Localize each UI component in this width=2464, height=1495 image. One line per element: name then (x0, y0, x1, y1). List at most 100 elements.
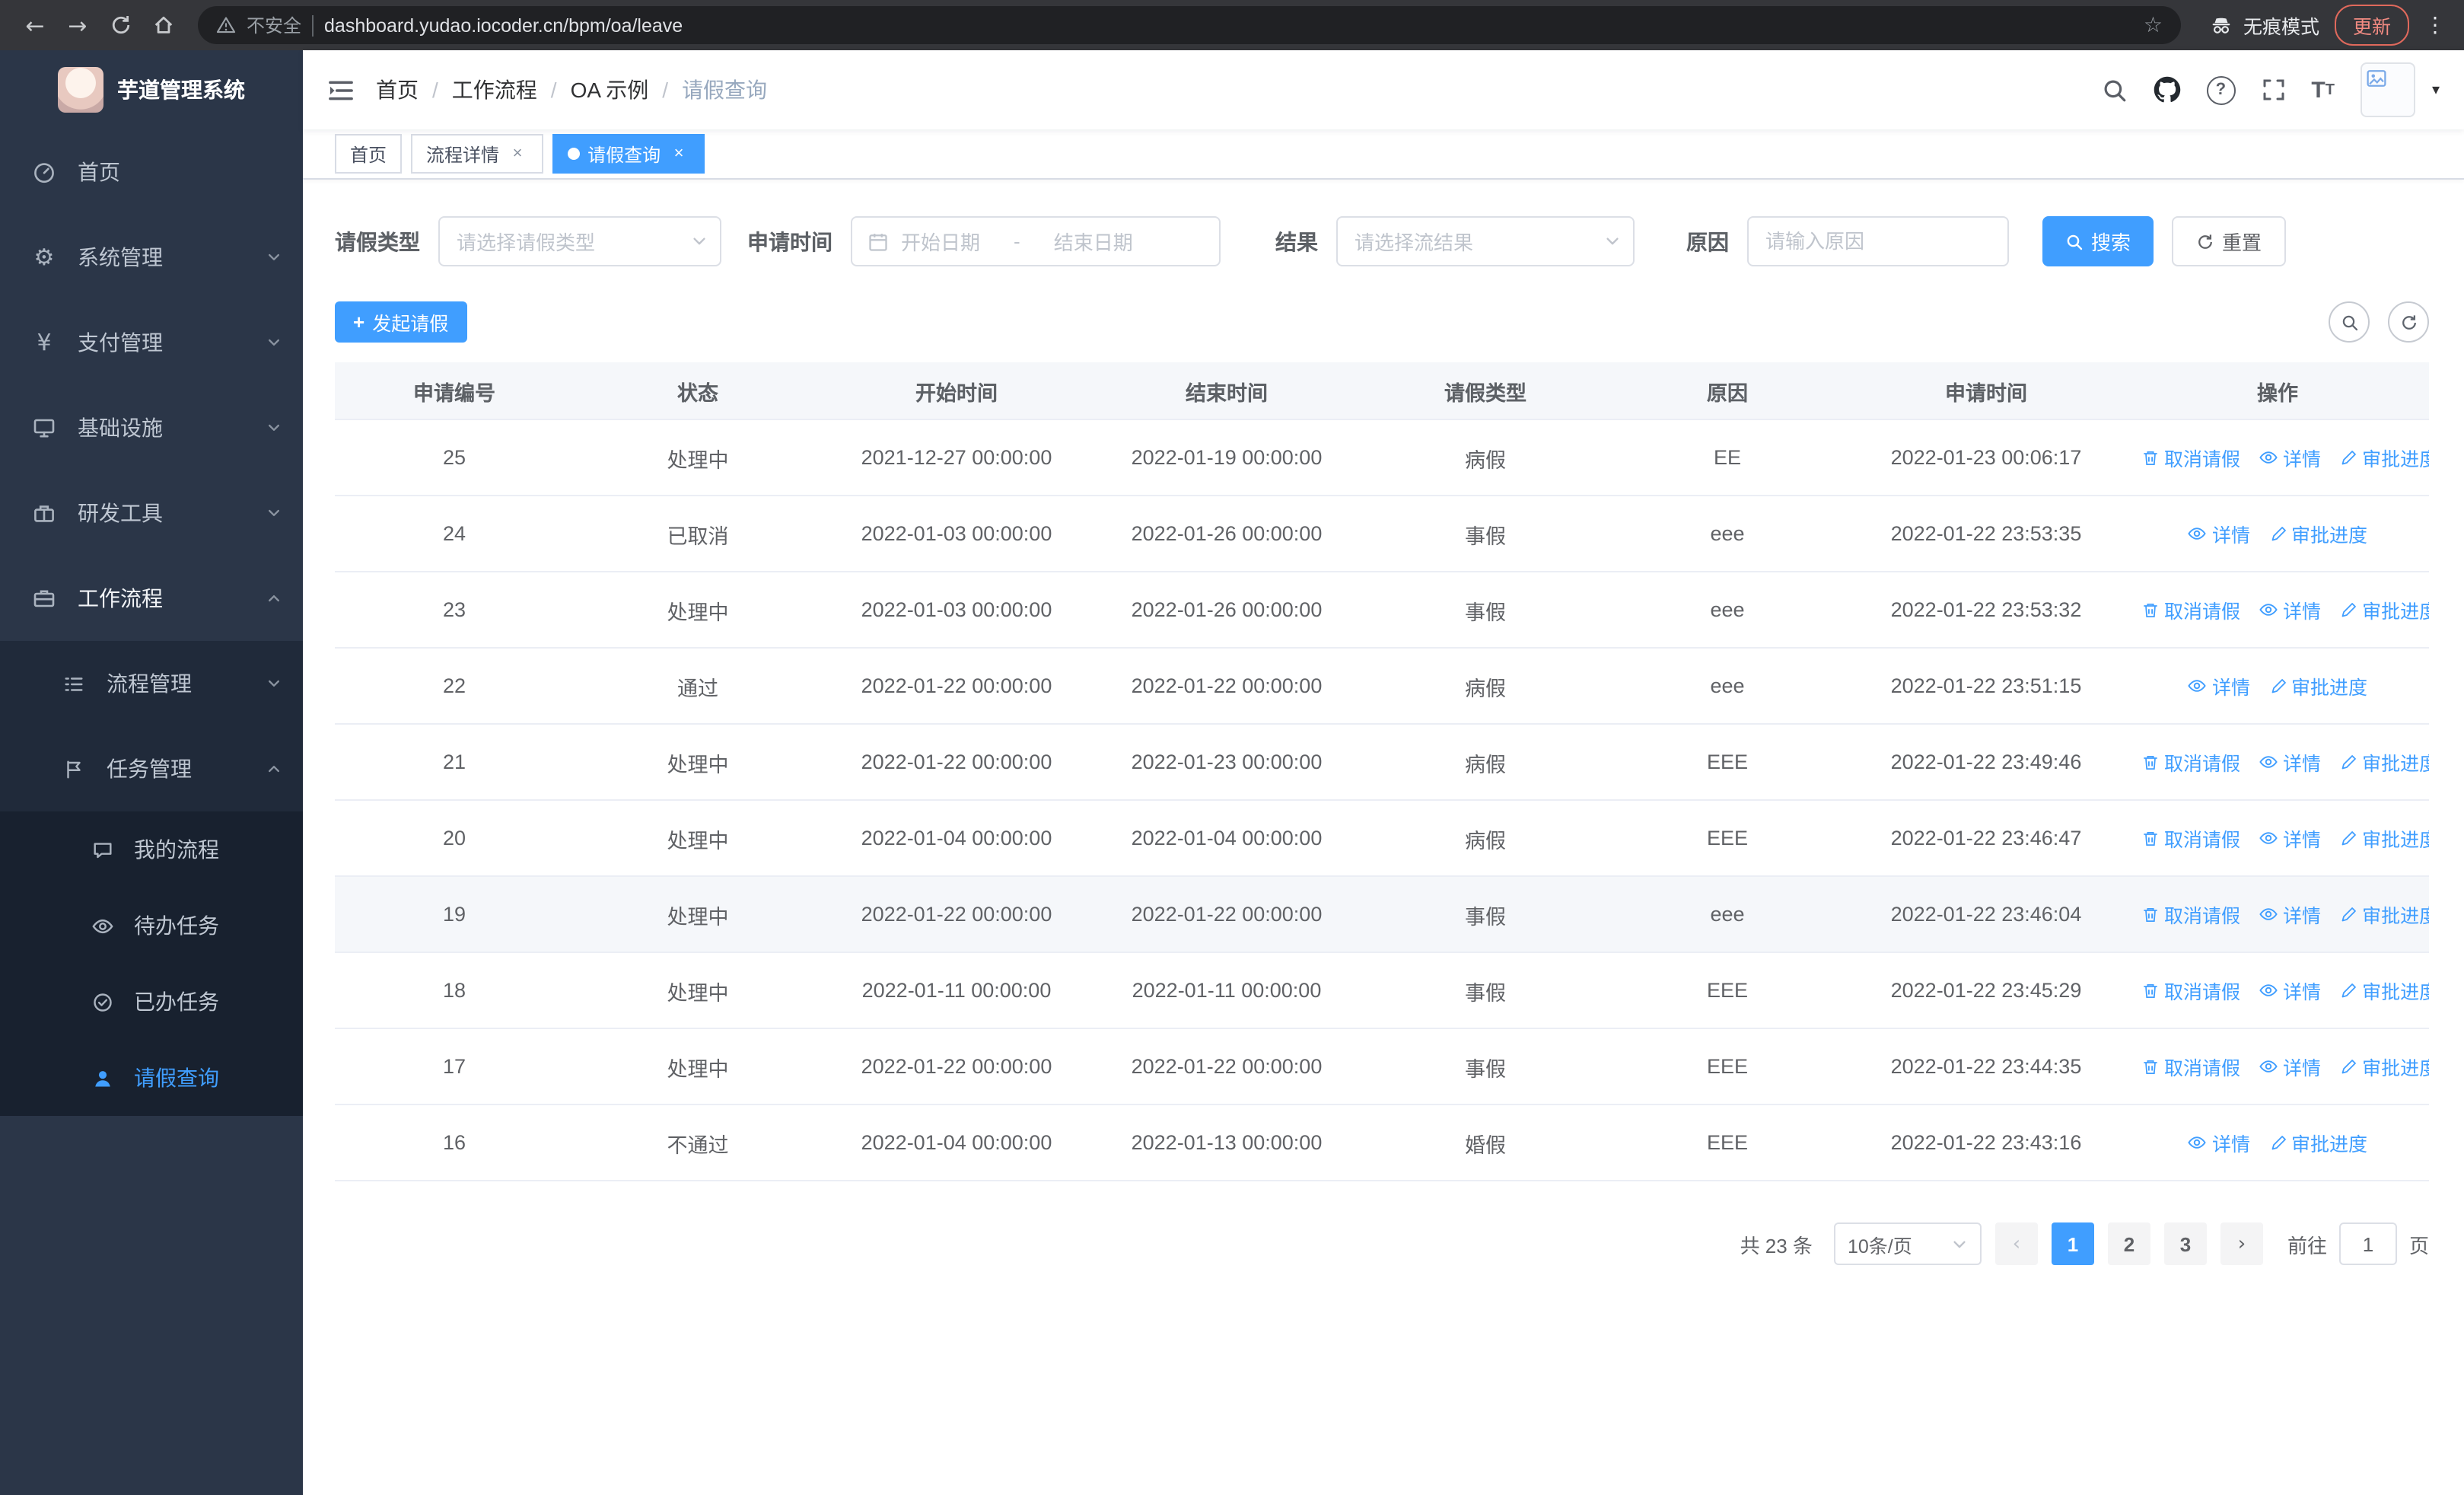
detail-link[interactable]: 详情 (2188, 519, 2250, 548)
tab-leave-query[interactable]: 请假查询 × (552, 134, 705, 174)
sidebar-item-done-tasks[interactable]: 已办任务 (0, 964, 303, 1040)
detail-link[interactable]: 详情 (2259, 595, 2321, 624)
approval-progress-link[interactable]: 审批进度 (2339, 1053, 2429, 1082)
incognito-icon (2212, 18, 2230, 33)
sidebar-item-todo-tasks[interactable]: 待办任务 (0, 888, 303, 964)
cell-end-time: 2022-01-23 00:00:00 (1091, 724, 1362, 801)
page-button-2[interactable]: 2 (2107, 1222, 2150, 1265)
github-icon[interactable] (2153, 76, 2180, 104)
bookmark-star-icon[interactable]: ☆ (2144, 13, 2163, 37)
sidebar-item-devtools[interactable]: 研发工具 (0, 470, 303, 556)
toggle-search-button[interactable] (2329, 301, 2370, 343)
edit-pen-icon (2341, 450, 2356, 464)
approval-progress-link[interactable]: 审批进度 (2268, 1129, 2367, 1158)
cancel-leave-link[interactable]: 取消请假 (2141, 444, 2240, 473)
sidebar-item-workflow[interactable]: 工作流程 (0, 556, 303, 641)
date-end-placeholder: 结束日期 (1053, 231, 1133, 254)
leave-type-select[interactable]: 请选择请假类型 (438, 216, 721, 266)
approval-progress-link[interactable]: 审批进度 (2339, 444, 2429, 473)
search-button[interactable]: 搜索 (2042, 216, 2154, 266)
browser-forward-button[interactable]: → (58, 5, 97, 45)
detail-link[interactable]: 详情 (2259, 900, 2321, 929)
detail-link[interactable]: 详情 (2259, 1052, 2321, 1081)
eye-icon (2189, 1136, 2207, 1149)
page-size-select[interactable]: 10条/页 (1833, 1222, 1982, 1265)
eye-icon (2189, 527, 2207, 540)
result-select[interactable]: 请选择流结果 (1336, 216, 1635, 266)
sidebar-item-process-management[interactable]: 流程管理 (0, 641, 303, 726)
cancel-leave-link[interactable]: 取消请假 (2141, 748, 2240, 777)
approval-progress-link[interactable]: 审批进度 (2268, 520, 2367, 549)
sidebar-item-label: 请假查询 (134, 1066, 219, 1090)
browser-menu-button[interactable]: ⋮ (2421, 13, 2449, 37)
browser-home-button[interactable] (143, 5, 183, 45)
create-leave-label: 发起请假 (372, 314, 449, 335)
cell-apply-id: 16 (335, 1105, 574, 1181)
table-row: 17 处理中 2022-01-22 00:00:00 2022-01-22 00:00… (335, 1028, 2429, 1105)
detail-link[interactable]: 详情 (2188, 671, 2250, 700)
detail-link[interactable]: 详情 (2259, 976, 2321, 1005)
goto-page-input[interactable] (2338, 1222, 2397, 1265)
cancel-leave-link[interactable]: 取消请假 (2141, 1053, 2240, 1082)
cell-actions: 取消请假详情审批进度 (2126, 800, 2429, 877)
breadcrumb-item[interactable]: 工作流程 (452, 75, 537, 105)
chevron-down-icon (266, 250, 282, 265)
cell-status: 处理中 (574, 724, 822, 801)
detail-link[interactable]: 详情 (2259, 748, 2321, 776)
breadcrumb-item[interactable]: 首页 (376, 75, 419, 105)
caret-down-icon[interactable]: ▾ (2432, 81, 2440, 98)
cell-reason: EEE (1609, 952, 1846, 1029)
approval-progress-link[interactable]: 审批进度 (2339, 824, 2429, 853)
cancel-leave-link[interactable]: 取消请假 (2141, 596, 2240, 625)
cell-reason: EEE (1609, 724, 1846, 801)
detail-link[interactable]: 详情 (2259, 824, 2321, 853)
approval-progress-link[interactable]: 审批进度 (2339, 977, 2429, 1006)
reset-button[interactable]: 重置 (2172, 216, 2287, 266)
detail-link[interactable]: 详情 (2188, 1128, 2250, 1157)
breadcrumb-item[interactable]: OA 示例 (571, 75, 649, 105)
approval-progress-link[interactable]: 审批进度 (2268, 672, 2367, 701)
browser-back-button[interactable]: ← (15, 5, 55, 45)
next-page-button[interactable]: › (2220, 1222, 2263, 1265)
sidebar-item-infrastructure[interactable]: 基础设施 (0, 385, 303, 470)
create-leave-button[interactable]: + 发起请假 (335, 301, 467, 343)
detail-link[interactable]: 详情 (2259, 443, 2321, 472)
sidebar-item-system[interactable]: ⚙ 系统管理 (0, 215, 303, 300)
sidebar-item-payment[interactable]: ¥ 支付管理 (0, 300, 303, 385)
cell-apply-id: 23 (335, 572, 574, 649)
approval-progress-link[interactable]: 审批进度 (2339, 596, 2429, 625)
fullscreen-icon[interactable] (2261, 78, 2285, 102)
cell-leave-type: 事假 (1362, 1028, 1609, 1105)
cancel-leave-link[interactable]: 取消请假 (2141, 901, 2240, 929)
tab-home[interactable]: 首页 (335, 134, 403, 174)
close-icon[interactable]: × (507, 143, 528, 164)
sidebar-item-leave-query[interactable]: 请假查询 (0, 1040, 303, 1116)
reason-input[interactable] (1747, 216, 2009, 266)
browser-reload-button[interactable] (100, 5, 140, 45)
cancel-leave-link[interactable]: 取消请假 (2141, 977, 2240, 1006)
app-logo[interactable]: 芋道管理系统 (0, 50, 303, 129)
sidebar-item-home[interactable]: 首页 (0, 129, 303, 215)
sidebar-item-task-management[interactable]: 任务管理 (0, 726, 303, 811)
cell-status: 通过 (574, 648, 822, 725)
page-button-1[interactable]: 1 (2051, 1222, 2094, 1265)
font-size-icon[interactable]: TT (2311, 77, 2335, 103)
search-icon[interactable] (2101, 77, 2127, 103)
address-bar[interactable]: 不安全 dashboard.yudao.iocoder.cn/bpm/oa/le… (198, 6, 2181, 44)
page-button-3[interactable]: 3 (2163, 1222, 2207, 1265)
help-icon[interactable]: ? (2206, 75, 2236, 104)
refresh-table-button[interactable] (2388, 301, 2429, 343)
sidebar-item-my-processes[interactable]: 我的流程 (0, 811, 303, 888)
apply-time-range-picker[interactable]: 开始日期 - 结束日期 (851, 216, 1221, 266)
approval-progress-link[interactable]: 审批进度 (2339, 901, 2429, 929)
edit-pen-icon (2271, 678, 2285, 693)
close-icon[interactable]: × (668, 143, 689, 164)
avatar[interactable] (2360, 62, 2415, 117)
sidebar-item-label: 系统管理 (78, 245, 163, 269)
tab-process-detail[interactable]: 流程详情 × (411, 134, 544, 174)
approval-progress-link[interactable]: 审批进度 (2339, 748, 2429, 777)
prev-page-button[interactable]: ‹ (1994, 1222, 2038, 1265)
cancel-leave-link[interactable]: 取消请假 (2141, 824, 2240, 853)
browser-update-button[interactable]: 更新 (2334, 5, 2409, 46)
fold-sidebar-button[interactable] (303, 50, 376, 129)
